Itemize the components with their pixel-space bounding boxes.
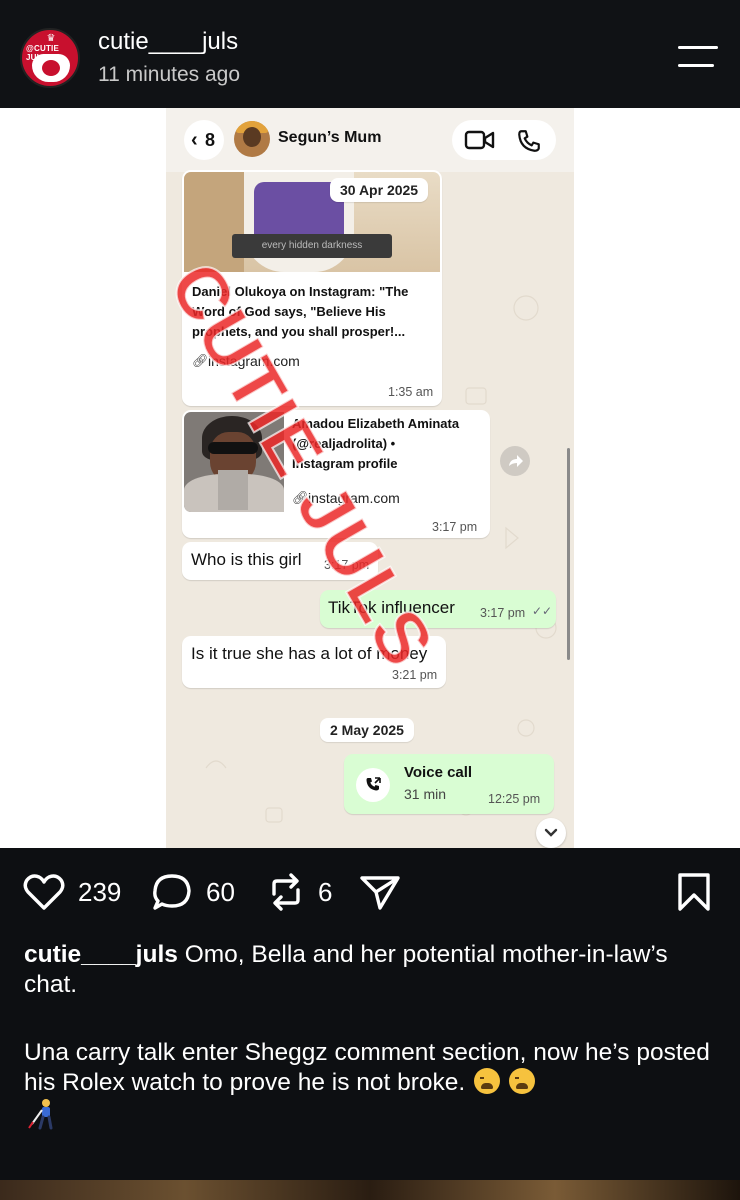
date-chip: 2 May 2025 bbox=[320, 718, 414, 742]
chat-header: ‹ 8 Segun’s Mum bbox=[166, 108, 574, 172]
repost-button[interactable]: 6 bbox=[266, 872, 332, 912]
post-image[interactable]: ‹ 8 Segun’s Mum every hidden darkness 30… bbox=[0, 108, 740, 848]
send-icon bbox=[360, 876, 400, 910]
menu-icon[interactable] bbox=[678, 46, 718, 70]
chat-screenshot: ‹ 8 Segun’s Mum every hidden darkness 30… bbox=[166, 108, 574, 848]
share-button[interactable] bbox=[358, 872, 402, 912]
voice-call-bubble[interactable]: Voice call 31 min 12:25 pm bbox=[344, 754, 554, 814]
phone-call-icon bbox=[356, 768, 390, 802]
date-chip: 30 Apr 2025 bbox=[330, 178, 429, 202]
comment-button[interactable]: 60 bbox=[150, 872, 235, 912]
like-button[interactable]: 239 bbox=[22, 872, 121, 912]
chevron-down-icon bbox=[544, 828, 558, 837]
repost-count: 6 bbox=[318, 876, 333, 907]
message-time: 3:17 pm bbox=[432, 520, 478, 534]
back-button[interactable]: ‹ 8 bbox=[184, 120, 224, 160]
forward-icon[interactable] bbox=[500, 446, 530, 476]
comment-count: 60 bbox=[206, 876, 235, 907]
call-duration: 31 min bbox=[404, 786, 447, 802]
crown-icon: ♛ bbox=[46, 33, 56, 44]
post-username[interactable]: cutie____juls bbox=[98, 28, 238, 56]
bookmark-icon bbox=[678, 873, 710, 911]
scroll-down-button[interactable] bbox=[536, 818, 566, 848]
message-time: 3:17 pm bbox=[480, 606, 526, 620]
heart-icon bbox=[23, 874, 65, 910]
read-ticks-icon: ✓✓ bbox=[532, 604, 553, 618]
person-with-cane-emoji bbox=[28, 1099, 53, 1130]
caption-text-2: Una carry talk enter Sheggz comment sect… bbox=[24, 1039, 710, 1096]
scrollbar[interactable] bbox=[567, 448, 570, 660]
contact-avatar[interactable] bbox=[234, 121, 270, 157]
caption-paragraph: Una carry talk enter Sheggz comment sect… bbox=[24, 1038, 724, 1098]
weary-face-emoji bbox=[508, 1068, 535, 1094]
message-time: 1:35 am bbox=[388, 385, 434, 399]
bookmark-button[interactable] bbox=[674, 872, 714, 912]
repost-icon bbox=[272, 873, 300, 911]
post-time: 11 minutes ago bbox=[98, 63, 241, 86]
message-time: 3:21 pm bbox=[392, 668, 438, 682]
caption: cutie____juls Omo, Bella and her potenti… bbox=[24, 940, 714, 1000]
call-buttons bbox=[452, 120, 556, 160]
weary-face-emoji bbox=[474, 1068, 501, 1094]
voice-call-label: Voice call bbox=[404, 764, 473, 781]
contact-name[interactable]: Segun’s Mum bbox=[278, 129, 381, 147]
chevron-left-icon: ‹ bbox=[191, 129, 198, 151]
unread-count: 8 bbox=[205, 130, 216, 150]
message-text: Who is this girl bbox=[191, 550, 302, 569]
next-post-preview[interactable] bbox=[0, 1180, 740, 1200]
like-count: 239 bbox=[78, 876, 122, 907]
post-actions: 239 60 6 cutie____juls Omo, Bella and he… bbox=[0, 848, 740, 1200]
post-header: ♛ @CUTIE JULS cutie____juls 11 minutes a… bbox=[0, 0, 740, 108]
message-time: 12:25 pm bbox=[488, 792, 541, 806]
phone-icon[interactable] bbox=[516, 128, 542, 154]
caption-username[interactable]: cutie____juls bbox=[24, 941, 178, 968]
link-image-caption: every hidden darkness bbox=[232, 234, 392, 258]
profile-avatar[interactable]: ♛ @CUTIE JULS bbox=[20, 28, 80, 88]
video-call-icon[interactable] bbox=[464, 129, 496, 151]
comment-icon bbox=[153, 874, 191, 910]
